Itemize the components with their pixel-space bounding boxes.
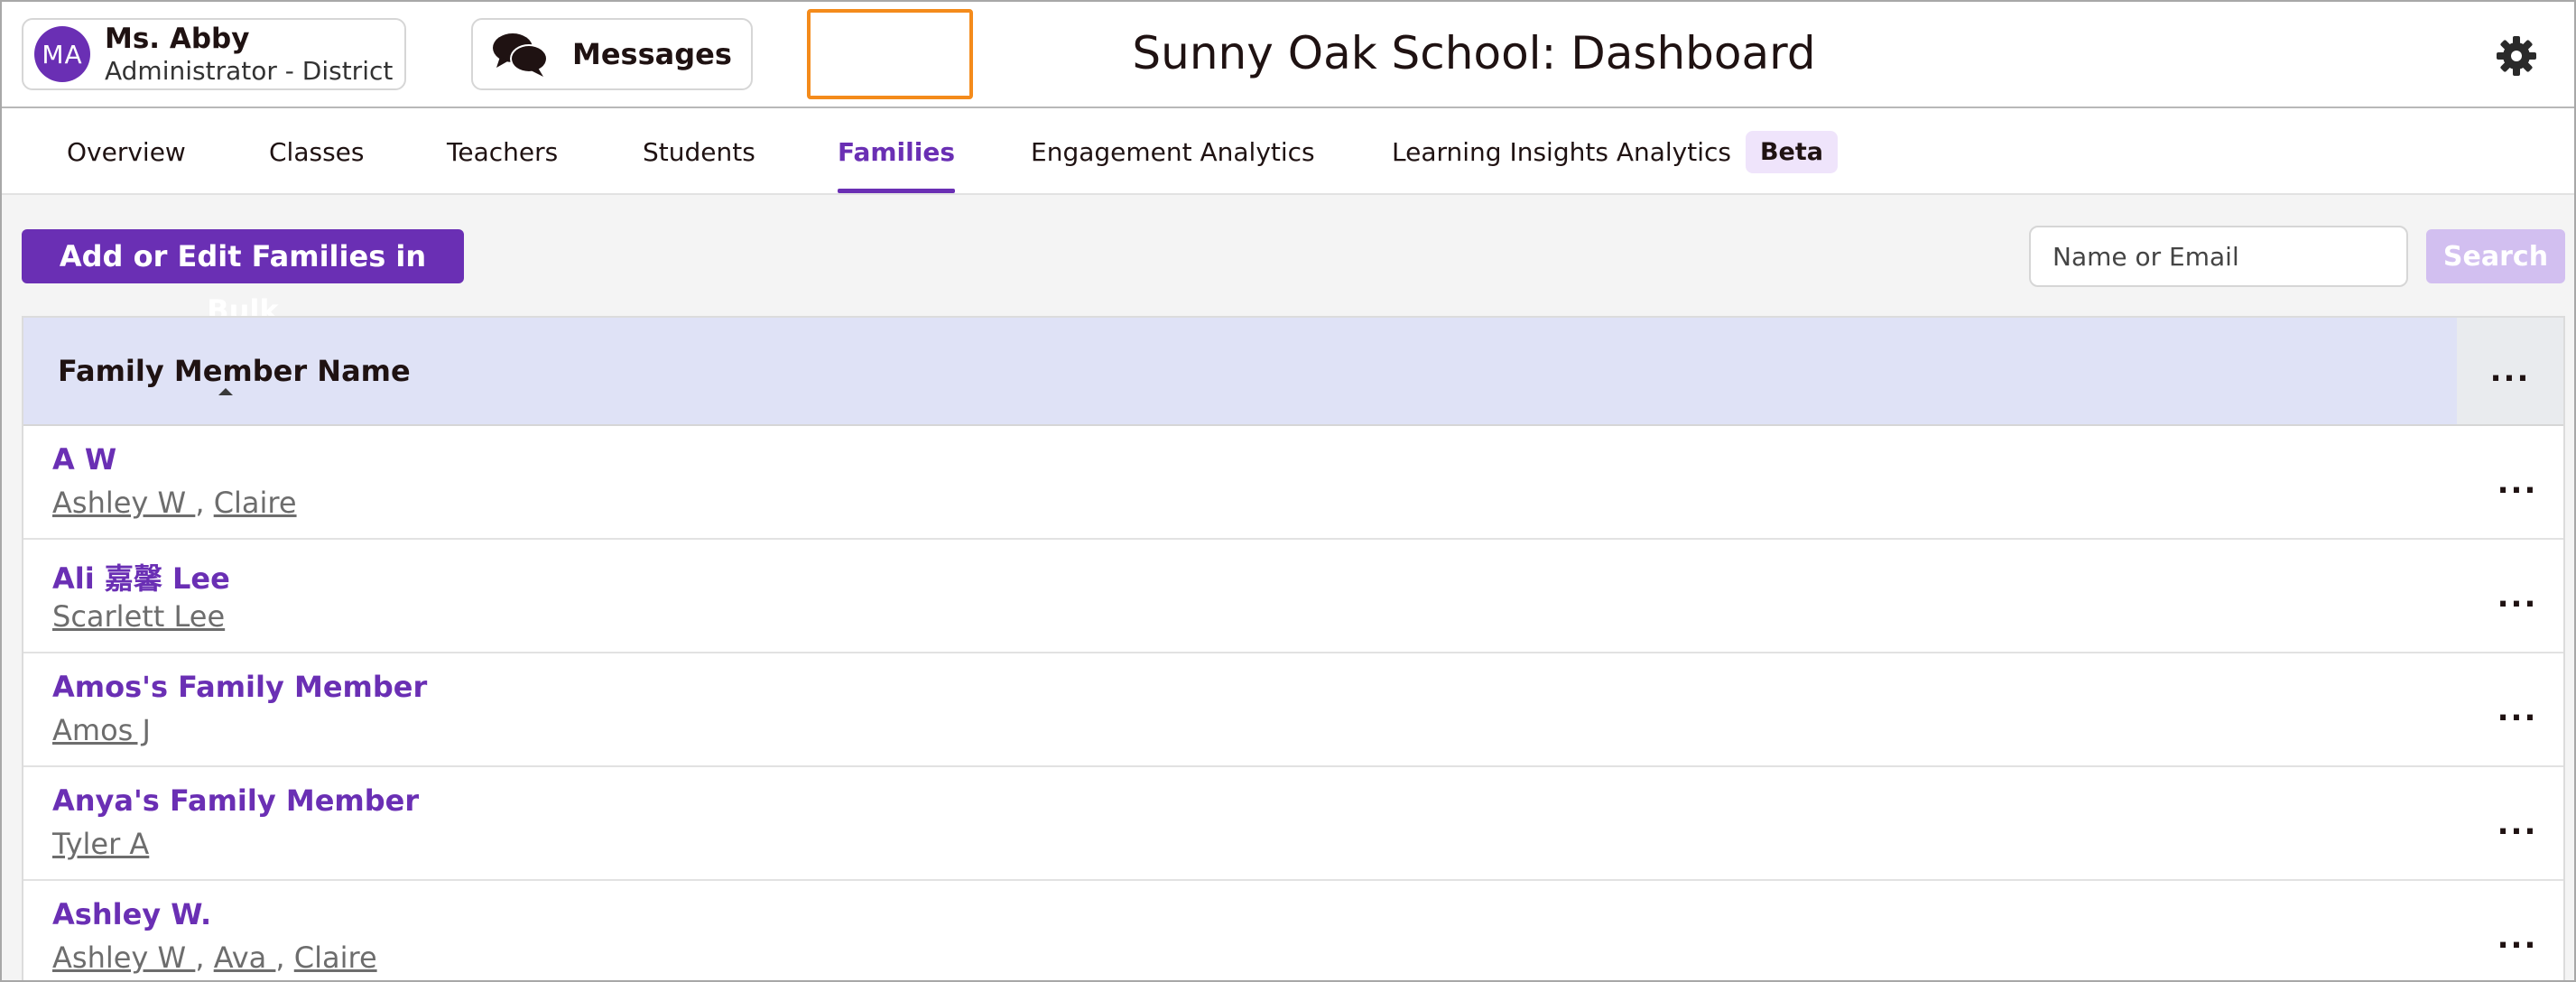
search-input[interactable] — [2029, 226, 2408, 287]
student-link[interactable]: Ava — [214, 940, 276, 975]
family-member-name-link[interactable]: Ali 嘉馨 Lee — [52, 556, 230, 598]
chat-bubbles-icon — [493, 33, 548, 77]
avatar: MA — [34, 26, 90, 82]
more-dots-icon: ... — [2489, 353, 2531, 389]
family-member-name-link[interactable]: Amos's Family Member — [52, 670, 427, 704]
row-more-menu[interactable]: ... — [2493, 459, 2542, 507]
tab-label: Classes — [269, 136, 365, 167]
student-links: Ashley W , Claire — [52, 486, 297, 520]
user-profile-button[interactable]: MA Ms. Abby Administrator - District — [22, 18, 406, 90]
user-info: Ms. Abby Administrator - District — [105, 23, 393, 87]
family-member-name-link[interactable]: A W — [52, 442, 116, 477]
messages-button[interactable]: Messages — [471, 18, 753, 90]
app-frame: MA Ms. Abby Administrator - District Mes… — [0, 0, 2576, 982]
student-links: Amos J — [52, 713, 151, 747]
tab-label: Overview — [67, 136, 186, 167]
student-links: Scarlett Lee — [52, 599, 225, 634]
sort-ascending-icon — [218, 388, 233, 395]
tab-label: Teachers — [447, 136, 559, 167]
user-role: Administrator - District — [105, 55, 394, 86]
family-member-name-link[interactable]: Ashley W. — [52, 897, 211, 931]
tab-label: Learning Insights Analytics — [1392, 136, 1731, 167]
search-button[interactable]: Search — [2426, 229, 2565, 283]
row-more-menu[interactable]: ... — [2493, 686, 2542, 735]
student-link[interactable]: Scarlett Lee — [52, 599, 225, 634]
tab-families[interactable]: Families — [838, 108, 956, 195]
tab-students[interactable]: Students — [643, 108, 755, 195]
beta-badge: Beta — [1745, 130, 1838, 173]
student-link[interactable]: Ashley W — [52, 486, 195, 520]
student-link[interactable]: Claire — [214, 486, 297, 520]
tab-label: Students — [643, 136, 755, 167]
user-name: Ms. Abby — [105, 22, 250, 55]
tab-classes[interactable]: Classes — [269, 108, 364, 195]
row-more-menu[interactable]: ... — [2493, 800, 2542, 848]
more-dots-icon: ... — [2497, 920, 2538, 956]
table-row: Ali 嘉馨 Lee Scarlett Lee ... — [23, 540, 2563, 653]
tab-overview[interactable]: Overview — [67, 108, 186, 195]
header-more-menu[interactable]: ... — [2457, 318, 2563, 424]
row-more-menu[interactable]: ... — [2493, 913, 2542, 962]
more-dots-icon: ... — [2497, 579, 2538, 615]
column-header-family-member-name[interactable]: Family Member Name — [58, 354, 411, 388]
tab-label: Families — [838, 136, 956, 167]
gear-icon[interactable] — [2495, 34, 2538, 78]
row-more-menu[interactable]: ... — [2493, 572, 2542, 621]
student-link[interactable]: Amos J — [52, 713, 151, 747]
table-header: Family Member Name ... — [23, 318, 2563, 426]
tab-bar: Overview Classes Teachers Students Famil… — [2, 108, 2574, 195]
more-dots-icon: ... — [2497, 806, 2538, 842]
tab-learning-insights-analytics[interactable]: Learning Insights Analytics Beta — [1392, 108, 1838, 195]
table-row: Amos's Family Member Amos J ... — [23, 653, 2563, 767]
student-link[interactable]: Claire — [294, 940, 377, 975]
more-dots-icon: ... — [2497, 465, 2538, 501]
families-table: Family Member Name ... A W Ashley W , Cl… — [22, 316, 2565, 980]
tab-engagement-analytics[interactable]: Engagement Analytics — [1031, 108, 1315, 195]
add-edit-families-bulk-button[interactable]: Add or Edit Families in Bulk — [22, 229, 464, 328]
table-row: Anya's Family Member Tyler A ... — [23, 767, 2563, 881]
student-links: Ashley W , Ava , Claire — [52, 940, 377, 975]
more-dots-icon: ... — [2497, 692, 2538, 728]
messages-label: Messages — [572, 37, 732, 71]
tab-teachers[interactable]: Teachers — [447, 108, 558, 195]
family-member-name-link[interactable]: Anya's Family Member — [52, 783, 419, 818]
top-header: MA Ms. Abby Administrator - District Mes… — [2, 2, 2574, 108]
table-row: Ashley W. Ashley W , Ava , Claire ... — [23, 881, 2563, 980]
active-tab-underline — [838, 189, 956, 193]
student-link[interactable]: Ashley W — [52, 940, 195, 975]
tab-label: Engagement Analytics — [1031, 136, 1315, 167]
student-links: Tyler A — [52, 827, 149, 861]
student-link[interactable]: Tyler A — [52, 827, 149, 861]
table-row: A W Ashley W , Claire ... — [23, 426, 2563, 540]
